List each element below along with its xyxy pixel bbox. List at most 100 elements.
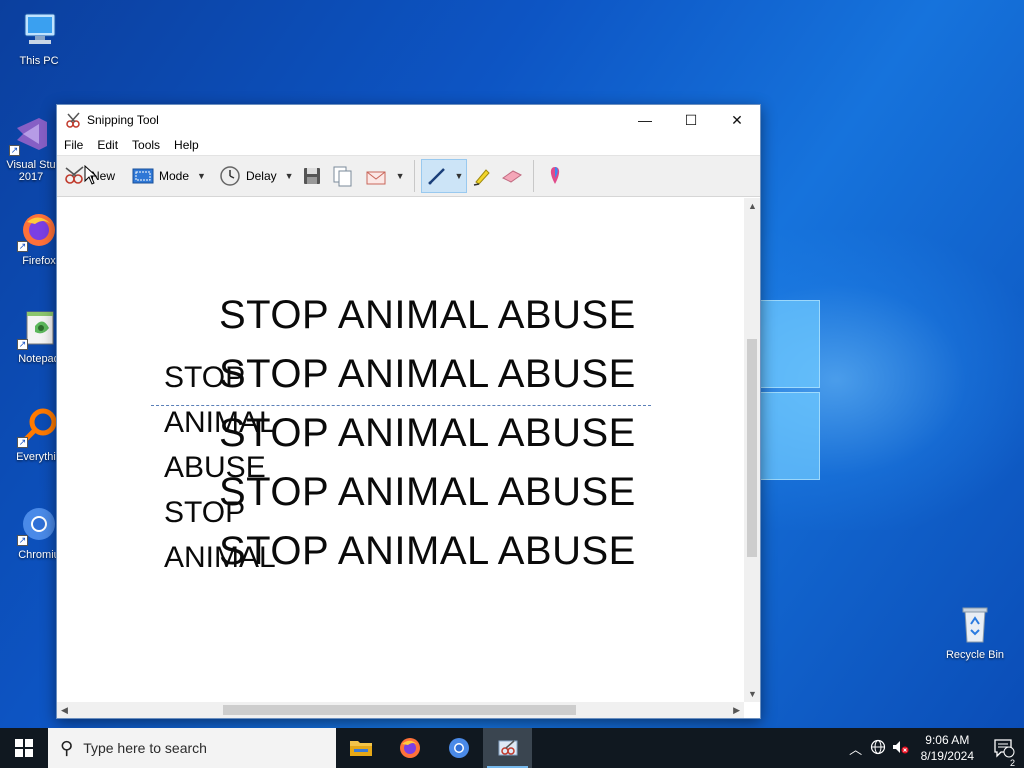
desktop-icon-label: Recycle Bin bbox=[945, 649, 1005, 661]
horizontal-scroll-thumb[interactable] bbox=[223, 705, 576, 715]
scroll-up-icon[interactable]: ▲ bbox=[748, 201, 757, 211]
maximize-button[interactable]: ☐ bbox=[668, 105, 714, 135]
snipping-tool-icon bbox=[498, 740, 517, 756]
clock-icon bbox=[218, 164, 242, 188]
taskbar-chromium[interactable] bbox=[434, 728, 483, 768]
taskbar-file-explorer[interactable] bbox=[336, 728, 385, 768]
canvas-small-text-line: ANIMAL bbox=[164, 406, 276, 439]
search-icon: ⚲ bbox=[60, 737, 74, 758]
desktop-icon-label: This PC bbox=[19, 55, 59, 67]
canvas-text-line: STOP ANIMAL ABUSE bbox=[219, 293, 636, 337]
canvas-text-line: STOP ANIMAL ABUSE bbox=[219, 352, 636, 396]
pen-icon bbox=[425, 164, 449, 188]
mode-label: Mode bbox=[159, 169, 190, 183]
vertical-scrollbar[interactable]: ▲ ▼ bbox=[744, 198, 760, 702]
scroll-down-icon[interactable]: ▼ bbox=[748, 689, 757, 699]
firefox-icon bbox=[399, 738, 420, 758]
send-snip-button[interactable]: ▼ bbox=[361, 159, 408, 193]
pen-button[interactable]: ▼ bbox=[420, 159, 468, 193]
minimize-button[interactable]: — bbox=[622, 105, 668, 135]
eraser-icon bbox=[500, 164, 524, 188]
mode-button[interactable]: Mode ▼ bbox=[128, 159, 209, 193]
toolbar-separator bbox=[413, 160, 415, 192]
title-bar[interactable]: Snipping Tool — ☐ ✕ bbox=[57, 105, 760, 135]
eraser-button[interactable] bbox=[497, 159, 527, 193]
snip-canvas-area: STOP ANIMAL ABUSE STOP ANIMAL ABUSE STOP… bbox=[57, 198, 760, 718]
notification-icon bbox=[994, 739, 1015, 758]
clock-time: 9:06 AM bbox=[925, 733, 970, 747]
action-center-button[interactable]: 2 bbox=[984, 738, 1024, 768]
show-hidden-icons-icon[interactable]: ︿ bbox=[845, 739, 867, 758]
toolbar-separator bbox=[533, 160, 535, 192]
menu-help[interactable]: Help bbox=[174, 138, 199, 152]
pen-dropdown-icon[interactable]: ▼ bbox=[455, 171, 464, 181]
search-placeholder: Type here to search bbox=[83, 740, 207, 756]
send-dropdown-icon[interactable]: ▼ bbox=[396, 171, 405, 181]
canvas-small-text-line: ANIMAL bbox=[164, 541, 276, 574]
mouse-cursor-icon bbox=[84, 165, 98, 185]
canvas-small-text-line: ABUSE bbox=[164, 451, 266, 484]
windows-start-icon bbox=[15, 739, 33, 757]
menu-tools[interactable]: Tools bbox=[132, 138, 160, 152]
network-icon[interactable] bbox=[867, 739, 889, 758]
highlighter-button[interactable] bbox=[467, 159, 497, 193]
shortcut-arrow-icon: ↗ bbox=[17, 241, 28, 252]
save-icon bbox=[300, 164, 324, 188]
snipping-tool-window: Snipping Tool — ☐ ✕ File Edit Tools Help… bbox=[56, 104, 761, 719]
shortcut-arrow-icon: ↗ bbox=[9, 145, 20, 156]
scroll-right-icon[interactable]: ▶ bbox=[733, 705, 740, 716]
edit-with-paint3d-button[interactable] bbox=[540, 159, 570, 193]
shortcut-arrow-icon: ↗ bbox=[17, 535, 28, 546]
everything-search-icon: ↗ bbox=[17, 404, 61, 448]
canvas-text-line: STOP ANIMAL ABUSE bbox=[219, 470, 636, 514]
taskbar-snipping-tool[interactable] bbox=[483, 728, 532, 768]
notification-count: 2 bbox=[1009, 758, 1015, 768]
visual-studio-icon: ↗ bbox=[9, 112, 53, 156]
chromium-icon: ↗ bbox=[17, 502, 61, 546]
start-button[interactable] bbox=[0, 728, 48, 768]
system-tray: ︿ 9:06 AM 8/19/2024 2 bbox=[845, 728, 1024, 768]
snip-canvas[interactable]: STOP ANIMAL ABUSE STOP ANIMAL ABUSE STOP… bbox=[57, 198, 744, 702]
scroll-left-icon[interactable]: ◀ bbox=[61, 705, 68, 716]
delay-label: Delay bbox=[245, 169, 277, 183]
canvas-small-text-line: STOP bbox=[164, 496, 246, 529]
desktop-icon-this-pc[interactable]: This PC bbox=[2, 8, 76, 67]
close-button[interactable]: ✕ bbox=[714, 105, 760, 135]
computer-icon bbox=[17, 8, 61, 52]
taskbar-clock[interactable]: 9:06 AM 8/19/2024 bbox=[911, 732, 984, 764]
toolbar: New Mode ▼ Delay ▼ ▼ ▼ bbox=[57, 155, 760, 197]
copy-icon bbox=[330, 164, 354, 188]
save-button[interactable] bbox=[297, 159, 327, 193]
volume-muted-icon[interactable] bbox=[889, 739, 911, 758]
mode-icon bbox=[131, 164, 155, 188]
window-title: Snipping Tool bbox=[87, 113, 159, 127]
snipping-tool-icon bbox=[65, 111, 83, 129]
taskbar-firefox[interactable] bbox=[385, 728, 434, 768]
canvas-small-text-line: STOP bbox=[164, 361, 246, 394]
menu-file[interactable]: File bbox=[64, 138, 83, 152]
highlighter-icon bbox=[470, 164, 494, 188]
chromium-icon bbox=[448, 738, 469, 758]
taskbar-search-box[interactable]: ⚲ Type here to search bbox=[48, 728, 336, 768]
mode-dropdown-icon[interactable]: ▼ bbox=[197, 171, 206, 181]
shortcut-arrow-icon: ↗ bbox=[17, 437, 28, 448]
horizontal-scrollbar[interactable]: ◀ ▶ bbox=[57, 702, 744, 718]
firefox-icon: ↗ bbox=[17, 208, 61, 252]
send-email-icon bbox=[364, 164, 388, 188]
shortcut-arrow-icon: ↗ bbox=[17, 339, 28, 350]
menu-edit[interactable]: Edit bbox=[97, 138, 118, 152]
clock-date: 8/19/2024 bbox=[920, 749, 974, 763]
file-explorer-icon bbox=[349, 741, 372, 756]
canvas-text-line: STOP ANIMAL ABUSE bbox=[219, 411, 636, 455]
recycle-bin-icon bbox=[953, 602, 997, 646]
paint3d-icon bbox=[543, 164, 567, 188]
windows-logo-wallpaper bbox=[760, 290, 822, 480]
desktop-icon-recycle-bin[interactable]: Recycle Bin bbox=[938, 602, 1012, 661]
canvas-text-line: STOP ANIMAL ABUSE bbox=[219, 529, 636, 573]
taskbar: ⚲ Type here to search ︿ 9:06 AM 8/19/202… bbox=[0, 728, 1024, 768]
copy-button[interactable] bbox=[327, 159, 357, 193]
delay-dropdown-icon[interactable]: ▼ bbox=[285, 171, 294, 181]
delay-button[interactable]: Delay ▼ bbox=[215, 159, 297, 193]
menu-bar: File Edit Tools Help bbox=[57, 135, 760, 155]
vertical-scroll-thumb[interactable] bbox=[747, 339, 757, 557]
